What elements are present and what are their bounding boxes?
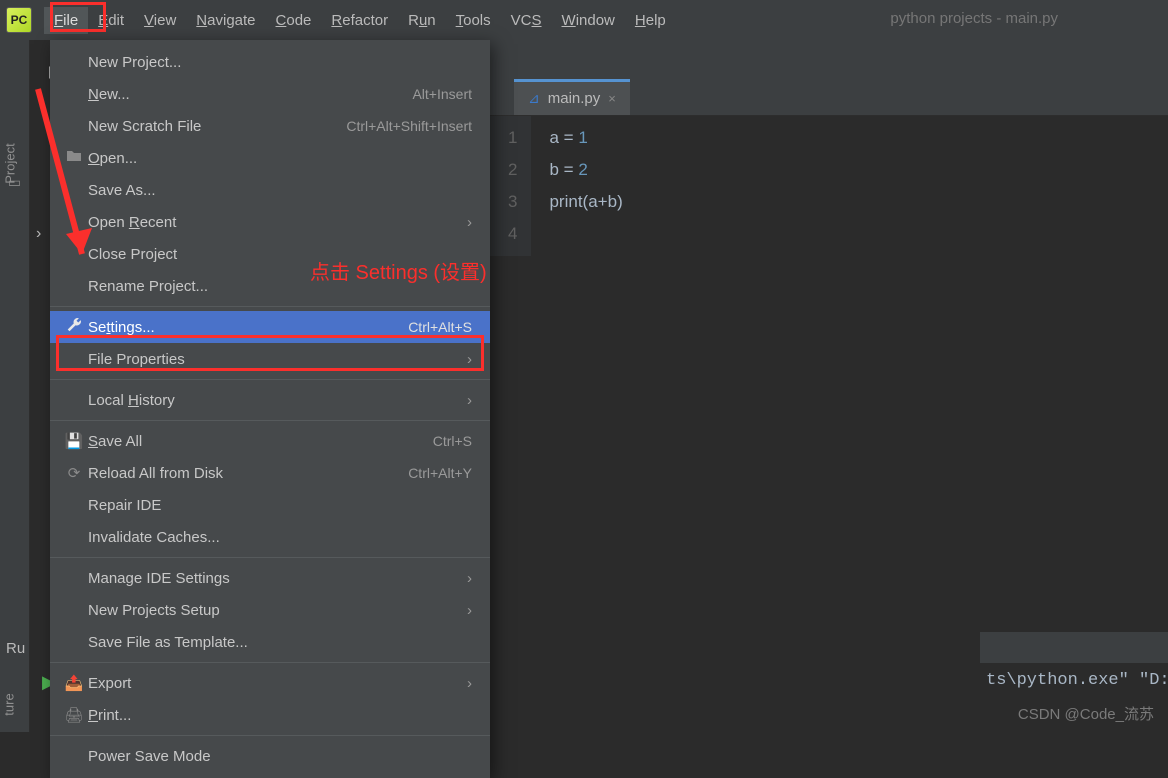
menu-manage-ide-settings[interactable]: Manage IDE Settings› (50, 562, 490, 594)
code-editor[interactable]: 1234 a = 1 b = 2 print(a+b) (490, 116, 1168, 256)
menu-edit[interactable]: Edit (88, 7, 134, 34)
menu-reload-disk[interactable]: ⟳Reload All from DiskCtrl+Alt+Y (50, 457, 490, 489)
menu-save-as[interactable]: Save As... (50, 174, 490, 206)
menu-local-history[interactable]: Local History› (50, 384, 490, 416)
menu-save-file-template[interactable]: Save File as Template... (50, 626, 490, 658)
chevron-right-icon: › (467, 675, 472, 692)
console-bar (980, 633, 1168, 663)
menu-settings[interactable]: Settings...Ctrl+Alt+S (50, 311, 490, 343)
annotation-text: 点击 Settings (设置) (310, 256, 487, 285)
watermark: CSDN @Code_流苏 (1018, 703, 1154, 724)
menu-open-recent[interactable]: Open Recent› (50, 206, 490, 238)
menu-open[interactable]: Open... (50, 142, 490, 174)
separator (50, 379, 490, 380)
project-tool-button[interactable]: Project (3, 143, 18, 183)
save-icon: 💾 (62, 432, 86, 450)
separator (50, 662, 490, 663)
tab-label: main.py (548, 90, 601, 107)
separator (50, 735, 490, 736)
separator (50, 306, 490, 307)
menu-run[interactable]: Run (398, 7, 446, 34)
menu-refactor[interactable]: Refactor (321, 7, 398, 34)
left-tool-gutter: Project ▭ ture (0, 40, 30, 732)
menu-new-project[interactable]: New Project... (50, 46, 490, 78)
chevron-right-icon: › (467, 214, 472, 231)
reload-icon: ⟳ (62, 464, 86, 482)
project-expand-icon[interactable]: › (36, 225, 41, 243)
editor-area: ⊿ main.py × 1234 a = 1 b = 2 print(a+b) … (490, 40, 1168, 732)
structure-tool-button[interactable]: ture (2, 693, 17, 715)
editor-tabs: ⊿ main.py × (490, 40, 1168, 116)
tab-main-py[interactable]: ⊿ main.py × (514, 79, 630, 115)
run-tab-stub[interactable]: Ru (6, 640, 25, 657)
chevron-right-icon: › (467, 351, 472, 368)
chevron-right-icon: › (467, 602, 472, 619)
export-icon: 📤 (62, 674, 86, 692)
print-icon: 🖨 (62, 706, 86, 724)
close-icon[interactable]: × (608, 91, 616, 106)
menu-vcs[interactable]: VCS (501, 7, 552, 34)
console-output: ts\python.exe" "D:\python projects\main.… (980, 663, 1168, 690)
separator (50, 557, 490, 558)
menu-repair-ide[interactable]: Repair IDE (50, 489, 490, 521)
menu-invalidate-caches[interactable]: Invalidate Caches... (50, 521, 490, 553)
chevron-right-icon: › (467, 570, 472, 587)
menu-file-properties[interactable]: File Properties› (50, 343, 490, 375)
wrench-icon (62, 317, 86, 337)
menu-new-projects-setup[interactable]: New Projects Setup› (50, 594, 490, 626)
menu-power-save[interactable]: Power Save Mode (50, 740, 490, 772)
folder-icon (62, 149, 86, 167)
menu-code[interactable]: Code (266, 7, 322, 34)
menubar: PC File Edit View Navigate Code Refactor… (0, 0, 1168, 40)
menu-tools[interactable]: Tools (446, 7, 501, 34)
menu-navigate[interactable]: Navigate (186, 7, 265, 34)
pycharm-icon: PC (6, 7, 32, 33)
menu-new-scratch[interactable]: New Scratch FileCtrl+Alt+Shift+Insert (50, 110, 490, 142)
menu-view[interactable]: View (134, 7, 186, 34)
menu-help[interactable]: Help (625, 7, 676, 34)
python-file-icon: ⊿ (528, 90, 540, 107)
menu-save-all[interactable]: 💾Save AllCtrl+S (50, 425, 490, 457)
menu-window[interactable]: Window (552, 7, 625, 34)
line-gutter: 1234 (490, 116, 531, 256)
menu-print[interactable]: 🖨Print... (50, 699, 490, 731)
window-title: python projects - main.py (890, 10, 1058, 27)
file-menu-popup: New Project... New...Alt+Insert New Scra… (50, 40, 490, 778)
menu-file[interactable]: File (44, 7, 88, 34)
menu-new[interactable]: New...Alt+Insert (50, 78, 490, 110)
separator (50, 420, 490, 421)
code-content[interactable]: a = 1 b = 2 print(a+b) (531, 116, 640, 256)
menu-export[interactable]: 📤Export› (50, 667, 490, 699)
chevron-right-icon: › (467, 392, 472, 409)
